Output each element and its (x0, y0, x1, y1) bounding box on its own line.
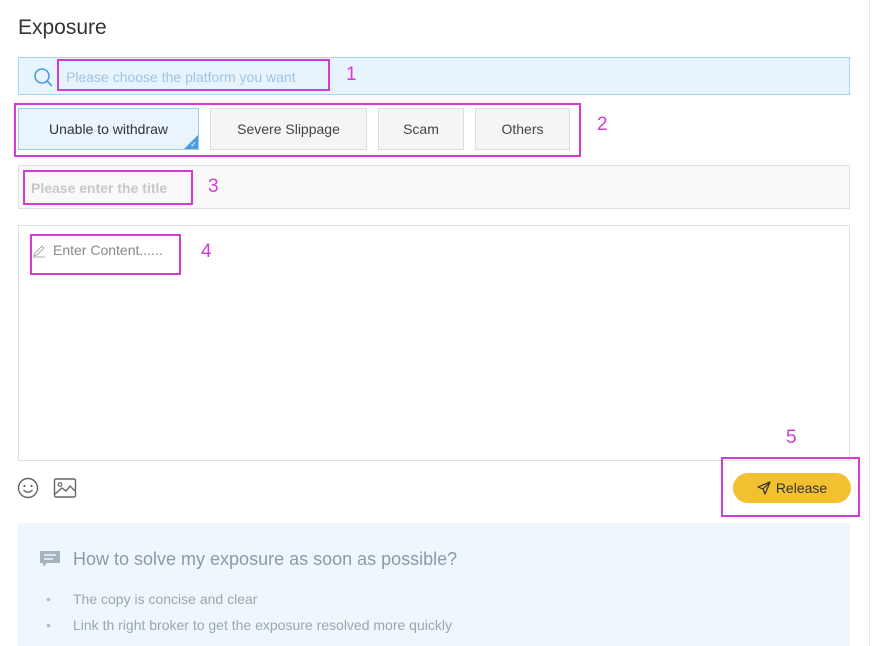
tips-list: • The copy is concise and clear • Link th … (46, 590, 452, 642)
tag-severe-slippage[interactable]: Severe Slippage (210, 108, 367, 150)
content-area[interactable] (18, 225, 850, 461)
send-icon (757, 481, 771, 495)
list-item: • The copy is concise and clear (46, 590, 452, 616)
title-input[interactable] (29, 176, 333, 200)
annotation-number-3: 3 (208, 176, 219, 197)
check-icon: ✓ (190, 140, 197, 149)
tips-heading: How to solve my exposure as soon as poss… (73, 549, 458, 569)
release-button[interactable]: Release (733, 473, 851, 503)
release-button-label: Release (775, 480, 828, 496)
page-title: Exposure (18, 16, 107, 39)
annotation-number-1: 1 (346, 64, 357, 85)
smile-icon[interactable] (17, 477, 39, 499)
scrollbar-track[interactable] (869, 0, 870, 646)
annotation-number-2: 2 (597, 114, 608, 135)
tag-label: Others (501, 121, 544, 137)
title-field[interactable] (18, 165, 850, 209)
image-icon[interactable] (53, 477, 77, 499)
tag-label: Unable to withdraw (48, 121, 169, 137)
tip-text: Link th right broker to get the exposure… (73, 617, 452, 633)
tip-text: The copy is concise and clear (73, 591, 258, 607)
tag-unable-to-withdraw[interactable]: Unable to withdraw ✓ (18, 108, 199, 150)
tag-scam[interactable]: Scam (378, 108, 464, 150)
annotation-number-4: 4 (201, 241, 212, 262)
message-icon (40, 551, 60, 567)
tag-others[interactable]: Others (475, 108, 570, 150)
platform-search-input[interactable] (64, 63, 338, 91)
list-item: • Link th right broker to get the exposur… (46, 616, 452, 642)
tag-label: Scam (403, 121, 439, 137)
search-icon (34, 68, 53, 87)
tips-panel: How to solve my exposure as soon as poss… (18, 523, 850, 646)
bullet: • (46, 617, 51, 633)
content-input[interactable] (51, 240, 835, 444)
bullet: • (46, 591, 51, 607)
tag-label: Severe Slippage (237, 121, 340, 137)
annotation-number-5: 5 (786, 427, 797, 448)
pencil-icon (33, 245, 45, 258)
platform-search-bar[interactable] (18, 57, 850, 95)
